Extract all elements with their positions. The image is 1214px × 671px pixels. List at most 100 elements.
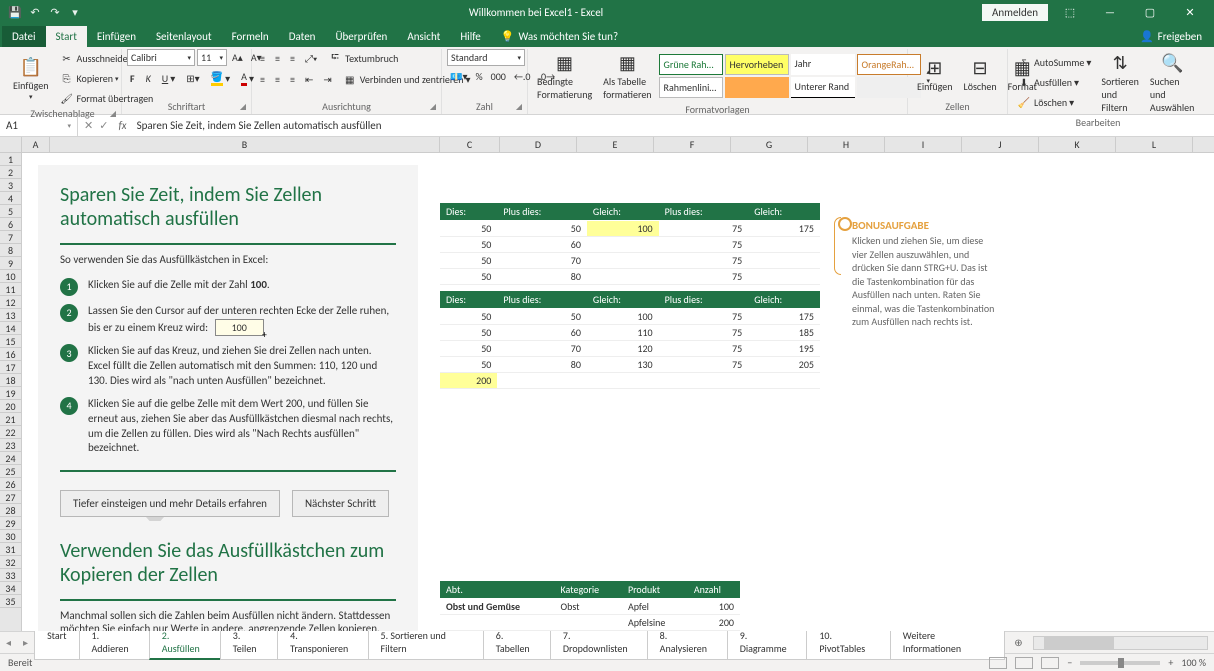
autosum-button[interactable]: ΣAutoSumme▾ xyxy=(1013,54,1094,72)
ribbon-options-icon[interactable]: ⬚ xyxy=(1052,0,1088,25)
clear-button[interactable]: 🧹Löschen▾ xyxy=(1013,94,1094,112)
row-header[interactable]: 25 xyxy=(0,465,21,478)
font-select[interactable]: Calibri▾ xyxy=(127,49,195,66)
find-select-button[interactable]: 🔍Suchen und Auswählen xyxy=(1146,49,1199,116)
col-header[interactable]: A xyxy=(22,137,50,152)
cell-style[interactable]: Jahr xyxy=(791,54,855,75)
tab-file[interactable]: Datei xyxy=(2,26,46,47)
tab-view[interactable]: Ansicht xyxy=(397,26,450,47)
insert-cells-button[interactable]: ⊞Einfügen xyxy=(913,54,957,95)
row-header[interactable]: 19 xyxy=(0,387,21,400)
minimize-icon[interactable]: — xyxy=(1092,0,1128,25)
save-icon[interactable]: 💾 xyxy=(8,6,22,20)
col-header[interactable]: G xyxy=(731,137,808,152)
row-header[interactable]: 11 xyxy=(0,283,21,296)
row-header[interactable]: 21 xyxy=(0,413,21,426)
col-header[interactable]: F xyxy=(654,137,731,152)
select-all-corner[interactable] xyxy=(0,137,22,152)
row-header[interactable]: 23 xyxy=(0,439,21,452)
row-header[interactable]: 14 xyxy=(0,322,21,335)
maximize-icon[interactable]: ▢ xyxy=(1132,0,1168,25)
tab-insert[interactable]: Einfügen xyxy=(87,26,146,47)
currency-button[interactable]: 💶▾ xyxy=(447,69,470,84)
underline-button[interactable]: U▾ xyxy=(159,69,178,87)
col-header[interactable]: K xyxy=(1039,137,1116,152)
share-button[interactable]: 👤Freigeben xyxy=(1130,26,1212,47)
number-format-select[interactable]: Standard▾ xyxy=(447,49,525,66)
font-size-select[interactable]: 11▾ xyxy=(197,49,227,66)
zoom-slider[interactable] xyxy=(1080,661,1160,665)
orientation-button[interactable]: ⤢▾ xyxy=(302,51,320,66)
data-table-1[interactable]: Dies:Plus dies:Gleich:Plus dies:Gleich:5… xyxy=(440,203,820,285)
col-header[interactable]: I xyxy=(885,137,962,152)
new-sheet-button[interactable]: ⊕ xyxy=(1004,636,1032,649)
cell-style[interactable]: Unterer Rand xyxy=(791,77,855,98)
row-header[interactable]: 30 xyxy=(0,530,21,543)
row-header[interactable]: 31 xyxy=(0,543,21,556)
row-header[interactable]: 4 xyxy=(0,192,21,205)
col-header[interactable]: B xyxy=(50,137,440,152)
comma-button[interactable]: 000 xyxy=(488,69,509,84)
row-header[interactable]: 18 xyxy=(0,374,21,387)
tab-start[interactable]: Start xyxy=(46,26,87,47)
row-header[interactable]: 33 xyxy=(0,569,21,582)
cell-style[interactable]: Grüne Rahm... xyxy=(659,54,723,75)
close-icon[interactable]: ✕ xyxy=(1172,0,1208,25)
horizontal-scrollbar[interactable] xyxy=(1033,636,1208,650)
undo-icon[interactable]: ↶ xyxy=(28,6,42,20)
col-header[interactable]: H xyxy=(808,137,885,152)
row-header[interactable]: 12 xyxy=(0,296,21,309)
number-dlg-icon[interactable]: ◢ xyxy=(516,102,522,112)
col-header[interactable]: J xyxy=(962,137,1039,152)
delete-cells-button[interactable]: ⊟Löschen xyxy=(960,54,1001,95)
signin-button[interactable]: Anmelden xyxy=(982,4,1048,21)
tab-data[interactable]: Daten xyxy=(279,26,326,47)
percent-button[interactable]: % xyxy=(472,69,485,84)
tab-help[interactable]: Hilfe xyxy=(450,26,490,47)
clipboard-dlg-icon[interactable]: ◢ xyxy=(110,109,116,119)
italic-button[interactable]: K xyxy=(143,69,154,87)
row-header[interactable]: 1 xyxy=(0,153,21,166)
row-header[interactable]: 27 xyxy=(0,491,21,504)
cond-format-button[interactable]: ▦Bedingte Formatierung xyxy=(533,49,596,103)
align-left-button[interactable]: ≡ xyxy=(257,72,268,87)
grow-font-button[interactable]: A▴ xyxy=(229,49,246,66)
row-header[interactable]: 22 xyxy=(0,426,21,439)
cell-style[interactable]: Hervorheben xyxy=(725,54,789,75)
redo-icon[interactable]: ↷ xyxy=(48,6,62,20)
row-header[interactable]: 13 xyxy=(0,309,21,322)
format-table-button[interactable]: ▦Als Tabelle formatieren xyxy=(599,49,655,103)
fill-color-button[interactable]: 🪣▾ xyxy=(208,69,233,87)
page-break-button[interactable] xyxy=(1041,657,1059,669)
align-top-button[interactable]: ≡ xyxy=(257,51,268,66)
row-header[interactable]: 34 xyxy=(0,582,21,595)
row-header[interactable]: 20 xyxy=(0,400,21,413)
row-header[interactable]: 24 xyxy=(0,452,21,465)
normal-view-button[interactable] xyxy=(989,657,1007,669)
row-header[interactable]: 5 xyxy=(0,205,21,218)
row-header[interactable]: 29 xyxy=(0,517,21,530)
row-header[interactable]: 16 xyxy=(0,348,21,361)
row-header[interactable]: 15 xyxy=(0,335,21,348)
row-header[interactable]: 26 xyxy=(0,478,21,491)
tab-formulas[interactable]: Formeln xyxy=(222,26,279,47)
row-header[interactable]: 8 xyxy=(0,244,21,257)
bold-button[interactable]: F xyxy=(127,69,138,87)
col-header[interactable]: L xyxy=(1116,137,1193,152)
row-header[interactable]: 35 xyxy=(0,595,21,608)
row-header[interactable]: 28 xyxy=(0,504,21,517)
align-dlg-icon[interactable]: ◢ xyxy=(430,102,436,112)
qat-customize-icon[interactable]: ▾ xyxy=(68,6,82,20)
row-header[interactable]: 2 xyxy=(0,166,21,179)
worksheet[interactable]: 1234567891011121314151617181920212223242… xyxy=(0,153,1214,631)
paste-button[interactable]: 📋Einfügen▾ xyxy=(9,53,53,103)
row-header[interactable]: 7 xyxy=(0,231,21,244)
fx-icon[interactable]: fx xyxy=(114,119,130,132)
fill-button[interactable]: ⬇Ausfüllen▾ xyxy=(1013,74,1094,92)
wrap-text-button[interactable]: ⮓Textumbruch xyxy=(324,49,401,67)
sort-filter-button[interactable]: ⇅Sortieren und Filtern xyxy=(1097,49,1143,116)
cell-style[interactable]: Rahmenlinie... xyxy=(659,77,723,98)
next-step-button[interactable]: Nächster Schritt xyxy=(292,490,389,517)
page-layout-button[interactable] xyxy=(1015,657,1033,669)
dive-deeper-button[interactable]: Tiefer einsteigen und mehr Details erfah… xyxy=(60,490,280,517)
